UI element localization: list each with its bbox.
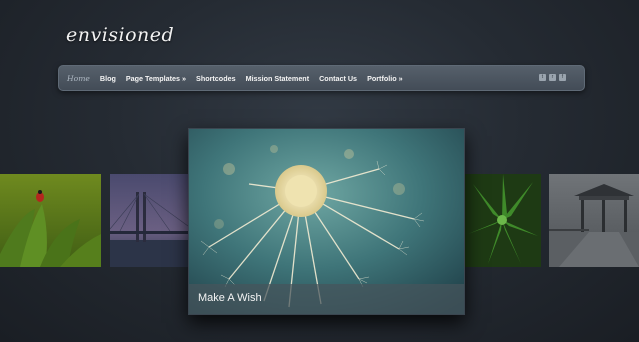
green-plant-photo xyxy=(463,174,541,267)
slide-green-plant-photo[interactable] xyxy=(463,174,541,267)
featured-slide[interactable]: Make A Wish xyxy=(188,128,465,315)
gazebo-photo xyxy=(549,174,639,267)
twitter-icon[interactable]: t xyxy=(539,74,546,81)
slide-caption: Make A Wish xyxy=(189,284,464,314)
nav-item-portfolio[interactable]: Portfolio » xyxy=(367,74,403,83)
nav-item-mission-statement[interactable]: Mission Statement xyxy=(246,74,310,83)
slide-gazebo-photo[interactable] xyxy=(549,174,639,267)
nav-item-shortcodes[interactable]: Shortcodes xyxy=(196,74,236,83)
slide-ladybug-photo[interactable] xyxy=(0,174,101,267)
nav-item-blog[interactable]: Blog xyxy=(100,74,116,83)
slide-bridge-photo[interactable] xyxy=(110,174,188,267)
nav-item-contact-us[interactable]: Contact Us xyxy=(319,74,357,83)
nav-menu: Home Blog Page Templates » Shortcodes Mi… xyxy=(67,66,413,90)
bridge-photo xyxy=(110,174,188,267)
nav-item-home[interactable]: Home xyxy=(67,74,90,83)
social-links: t r f xyxy=(539,74,566,81)
site-logo[interactable]: envisioned xyxy=(66,24,174,46)
nav-item-page-templates[interactable]: Page Templates » xyxy=(126,74,186,83)
facebook-icon[interactable]: f xyxy=(559,74,566,81)
ladybug-photo xyxy=(0,174,101,267)
rss-icon[interactable]: r xyxy=(549,74,556,81)
main-navigation-bar: Home Blog Page Templates » Shortcodes Mi… xyxy=(58,65,585,91)
slide-caption-text: Make A Wish xyxy=(198,292,262,304)
